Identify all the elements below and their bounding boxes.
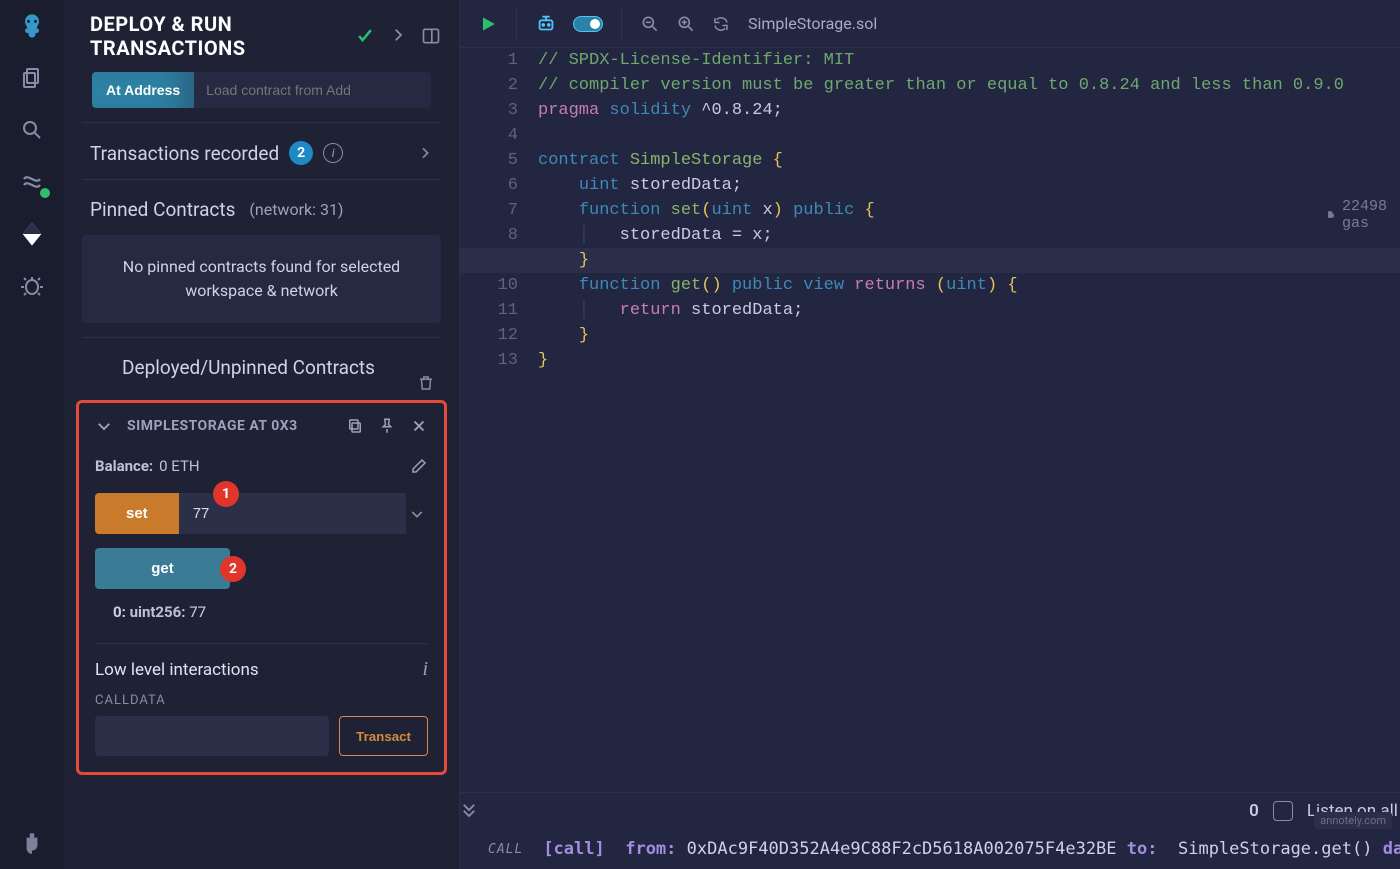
gas-badge-set: 22498 gas — [1326, 198, 1400, 232]
chevron-right-icon[interactable] — [389, 26, 407, 46]
deploy-icon[interactable] — [18, 220, 46, 248]
calldata-label: CALLDATA — [95, 693, 428, 708]
fn-get-output: 0: uint256: 77 — [113, 603, 428, 621]
terminal-text: [call] from: 0xDAc9F40D352A4e9C88F2cD561… — [543, 839, 1400, 859]
plugin-icon[interactable] — [18, 829, 46, 857]
terminal-row[interactable]: CALL [call] from: 0xDAc9F40D352A4e9C88F2… — [478, 829, 1400, 869]
info-icon[interactable]: i — [323, 143, 343, 163]
files-icon[interactable] — [18, 64, 46, 92]
annotation-1: 1 — [213, 481, 239, 507]
tx-count-badge: 2 — [289, 141, 313, 165]
panel-layout-icon[interactable] — [421, 26, 441, 46]
contract-name: SIMPLESTORAGE AT 0X3 — [127, 418, 298, 434]
at-address-input[interactable] — [194, 72, 431, 108]
line-gutter: 12345678910111213 — [460, 48, 538, 373]
collapse-terminal-icon[interactable] — [460, 793, 478, 869]
contract-card: SIMPLESTORAGE AT 0X3 Balance: 0 ETH — [76, 400, 447, 775]
chevron-right-icon[interactable] — [417, 145, 433, 161]
run-icon[interactable] — [478, 14, 498, 34]
trash-icon[interactable] — [417, 374, 435, 392]
copy-icon[interactable] — [346, 417, 364, 435]
transact-button[interactable]: Transact — [339, 716, 428, 756]
fn-set-input[interactable] — [179, 493, 406, 534]
close-icon[interactable] — [410, 417, 428, 435]
listen-checkbox[interactable] — [1273, 801, 1293, 821]
watermark: annotely.com — [1314, 812, 1392, 829]
balance-value: 0 ETH — [159, 457, 199, 475]
pin-icon[interactable] — [378, 417, 396, 435]
pinned-network: (network: 31) — [249, 200, 343, 219]
expand-args-icon[interactable] — [406, 493, 428, 534]
deployed-title: Deployed/Unpinned Contracts — [88, 356, 409, 379]
remix-logo[interactable] — [18, 12, 46, 40]
info-icon[interactable]: i — [422, 658, 428, 681]
annotation-2: 2 — [220, 556, 246, 582]
fn-get-button[interactable]: get — [95, 548, 230, 589]
pinned-empty-box: No pinned contracts found for selected w… — [82, 235, 441, 323]
zoom-in-icon[interactable] — [676, 14, 696, 34]
status-dot — [38, 186, 52, 200]
robot-icon[interactable] — [535, 13, 557, 35]
pending-count: 0 — [1249, 801, 1259, 821]
sync-icon[interactable] — [712, 15, 730, 33]
calldata-input[interactable] — [95, 716, 329, 756]
editor-filename: SimpleStorage.sol — [748, 14, 877, 33]
tx-recorded-label: Transactions recorded — [90, 142, 279, 165]
code-editor[interactable]: 12345678910111213 // SPDX-License-Identi… — [460, 48, 1400, 792]
debugger-icon[interactable] — [18, 272, 46, 300]
edit-icon[interactable] — [410, 457, 428, 475]
chevron-down-icon[interactable] — [95, 417, 113, 435]
at-address-button[interactable]: At Address — [92, 72, 194, 108]
lli-label: Low level interactions — [95, 660, 259, 680]
panel-title: DEPLOY & RUN TRANSACTIONS — [90, 12, 355, 60]
toggle-switch[interactable] — [573, 16, 603, 32]
compiler-icon[interactable] — [18, 168, 46, 196]
zoom-out-icon[interactable] — [640, 14, 660, 34]
search-icon[interactable] — [18, 116, 46, 144]
balance-label: Balance: — [95, 457, 153, 475]
code-content: // SPDX-License-Identifier: MIT // compi… — [538, 48, 1400, 373]
check-icon[interactable] — [355, 26, 375, 46]
terminal-tag: CALL — [488, 842, 523, 857]
fn-set-button[interactable]: set — [95, 493, 179, 534]
pinned-label: Pinned Contracts — [90, 198, 235, 221]
